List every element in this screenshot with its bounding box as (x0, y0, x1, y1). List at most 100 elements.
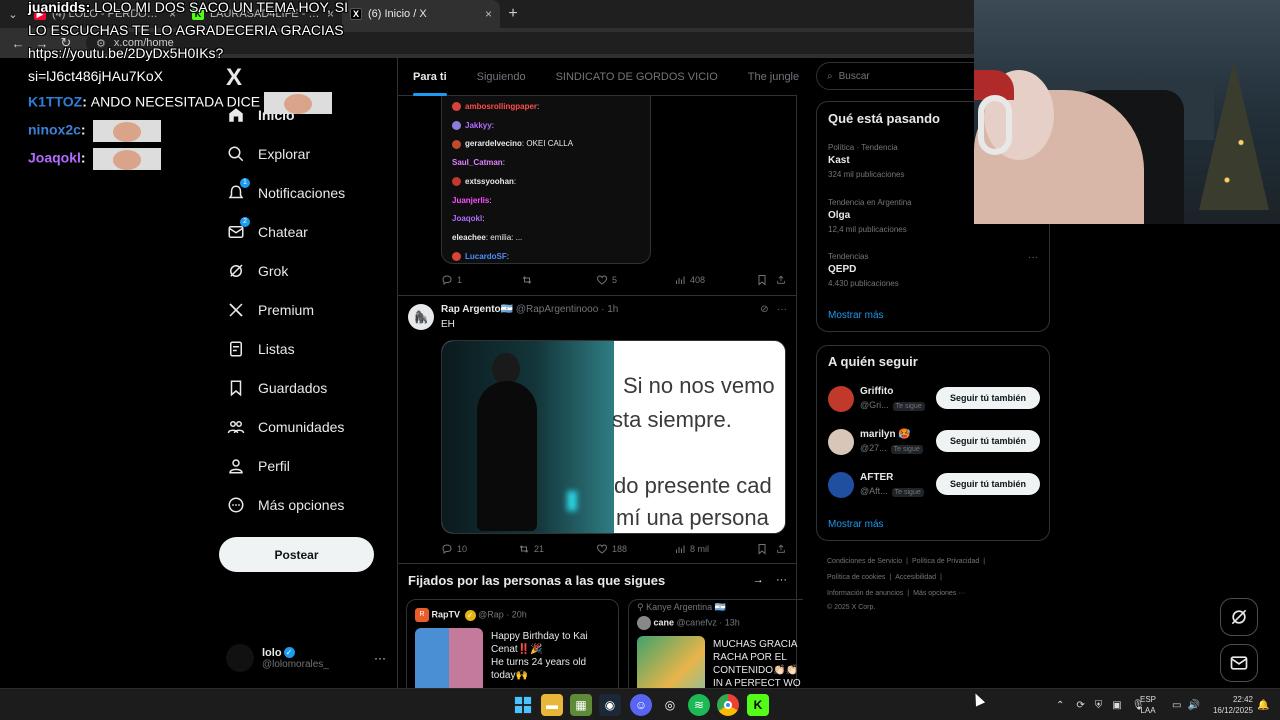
views-button[interactable]: 8 mil (674, 543, 756, 555)
kick-icon[interactable]: K (747, 694, 769, 716)
post-actions: 1 5 408 (441, 272, 791, 288)
arrow-right-icon[interactable]: → (753, 574, 764, 586)
like-button[interactable]: 5 (596, 274, 674, 286)
follow-suggestion[interactable]: Griffito @Gri... Te sigue Seguir tú tambi… (828, 384, 1040, 414)
chat-line: LucardoSF: (452, 252, 509, 261)
x-logo[interactable]: X (226, 64, 242, 92)
share-button[interactable] (776, 274, 790, 286)
avatar[interactable]: 🦍 (408, 304, 434, 330)
nav-item-listas[interactable]: Listas (226, 332, 295, 366)
pinned-card-raptv[interactable]: R RapTV ✓ @Rap · 20h Happy Birthday to K… (406, 599, 619, 688)
account-switcher[interactable]: lolo ✓ @lolomorales_ ··· (226, 640, 386, 676)
browser-tab-youtube[interactable]: ▶ (4) LOLO - PERDÓN SR. MARTÍN × (26, 0, 184, 28)
more-dots-icon[interactable]: ··· (776, 574, 787, 586)
footer-link[interactable]: Política de cookies (827, 574, 885, 581)
nav-item-notificaciones[interactable]: 1 Notificaciones (226, 176, 345, 210)
nav-item-premium[interactable]: Premium (226, 293, 314, 327)
language-indicator[interactable]: ESP LAA (1140, 694, 1156, 716)
follow-back-button[interactable]: Seguir tú también (936, 473, 1040, 495)
chat-line: Juanjerlis: (452, 196, 492, 205)
site-info-icon[interactable]: ⚙ (96, 37, 106, 50)
close-tab-icon[interactable]: × (485, 7, 492, 21)
follow-suggestion[interactable]: AFTER @Aft... Te sigue Seguir tú también (828, 470, 1040, 500)
grok-icon[interactable]: ⊘ (760, 304, 768, 315)
app-tray-icon[interactable]: ▣ (1112, 700, 1121, 711)
post-time[interactable]: 1h (607, 304, 618, 315)
views-button[interactable]: 408 (674, 274, 756, 286)
grok-floating-button[interactable] (1220, 598, 1258, 636)
share-button[interactable] (776, 543, 790, 555)
notification-bell-icon[interactable]: 🔔 (1257, 700, 1269, 711)
show-more-link[interactable]: Mostrar más (828, 310, 884, 321)
footer-link[interactable]: Más opciones ··· (913, 590, 965, 597)
network-icon[interactable]: ▭ (1172, 700, 1181, 711)
post-image-chat-screenshot[interactable]: ambosrollingpaper: Jakkyy: gerardelvecino:… (441, 96, 651, 264)
tab-para-ti[interactable]: Para ti (398, 58, 462, 96)
shield-icon[interactable]: ⛨ (1095, 700, 1103, 711)
bookmark-button[interactable] (756, 274, 776, 286)
taskbar-clock[interactable]: 22:42 16/12/2025 (1205, 694, 1253, 716)
close-tab-icon[interactable]: × (327, 7, 334, 21)
tab-sindicato[interactable]: SINDICATO DE GORDOS VICIO (541, 58, 733, 96)
nav-item-chatear[interactable]: 2 Chatear (226, 215, 308, 249)
pinned-card-cane[interactable]: ⚲ Kanye Argentina 🇦🇷 cane @canefvz · 13h… (628, 599, 803, 688)
post-author-handle[interactable]: @RapArgentinooo (516, 304, 598, 315)
post-image[interactable]: Si no nos vemo sta siempre. do presente … (441, 340, 786, 534)
footer-link[interactable]: Accesibilidad (895, 574, 936, 581)
more-dots-icon[interactable]: ··· (777, 304, 787, 315)
chrome-icon[interactable] (717, 694, 739, 716)
file-explorer-icon[interactable]: ▬ (541, 694, 563, 716)
reload-icon[interactable]: ↻ (54, 35, 78, 51)
forward-arrow-icon[interactable]: → (30, 36, 54, 51)
minecraft-icon[interactable]: ▦ (570, 694, 592, 716)
windows-start-icon[interactable] (512, 694, 534, 716)
nav-item-perfil[interactable]: Perfil (226, 449, 290, 483)
nav-item-guardados[interactable]: Guardados (226, 371, 327, 405)
nav-item-comunidades[interactable]: Comunidades (226, 410, 344, 444)
follow-suggestion[interactable]: marilyn 🥵 @27... Te sigue Seguir tú tambi… (828, 427, 1040, 457)
card-header: cane @canefvz · 13h (637, 616, 740, 630)
spotify-icon[interactable]: ≋ (688, 694, 710, 716)
reply-button[interactable]: 1 (441, 274, 521, 286)
close-tab-icon[interactable]: × (169, 7, 176, 21)
footer-link[interactable]: Política de Privacidad (912, 558, 979, 565)
tab-siguiendo[interactable]: Siguiendo (462, 58, 541, 96)
browser-tab-kick[interactable]: K LAURASAD4LIFE - Watch clips × (184, 0, 342, 28)
post-button[interactable]: Postear (219, 537, 374, 572)
nav-label: Notificaciones (258, 185, 346, 201)
repost-button[interactable]: 21 (518, 543, 596, 555)
tab-search-chevron-icon[interactable]: ⌄ (0, 0, 26, 28)
back-arrow-icon[interactable]: ← (6, 36, 30, 51)
footer-link[interactable]: Condiciones de Servicio (827, 558, 902, 565)
repost-button[interactable] (521, 274, 596, 286)
footer-link[interactable]: Información de anuncios (827, 590, 903, 597)
obs-icon[interactable]: ◎ (659, 694, 681, 716)
nav-item-explorar[interactable]: Explorar (226, 137, 310, 171)
volume-icon[interactable]: 🔊 (1187, 700, 1199, 711)
messages-floating-button[interactable] (1220, 644, 1258, 682)
tab-the-jungle[interactable]: The jungle (733, 58, 814, 96)
nav-item-inicio[interactable]: Inicio (226, 98, 295, 132)
show-more-link[interactable]: Mostrar más (828, 519, 884, 530)
chevron-up-icon[interactable]: ⌃ (1056, 700, 1064, 711)
post-author-name[interactable]: Rap Argento🇦🇷 (441, 304, 513, 315)
more-dots-icon[interactable]: ··· (374, 651, 386, 665)
bookmark-button[interactable] (756, 543, 776, 555)
follow-back-button[interactable]: Seguir tú también (936, 430, 1040, 452)
follow-back-button[interactable]: Seguir tú también (936, 387, 1040, 409)
trend-item[interactable]: Tendencias QEPD 4.430 publicaciones ··· (828, 252, 1038, 288)
url-input[interactable]: ⚙ x.com/home (86, 32, 986, 54)
nav-item-grok[interactable]: Grok (226, 254, 288, 288)
new-tab-button[interactable]: + (500, 5, 526, 23)
nav-item-mas-opciones[interactable]: Más opciones (226, 488, 344, 522)
sync-icon[interactable]: ⟳ (1076, 700, 1084, 711)
reply-button[interactable]: 10 (441, 543, 518, 555)
more-dots-icon[interactable]: ··· (1028, 252, 1038, 263)
post-text: EH (441, 319, 455, 330)
steam-icon[interactable]: ◉ (599, 694, 621, 716)
copyright: © 2025 X Corp. (827, 604, 876, 611)
browser-tab-x[interactable]: X (6) Inicio / X × (342, 0, 500, 28)
discord-icon[interactable]: ☺ (630, 694, 652, 716)
nav-label: Premium (258, 302, 315, 318)
like-button[interactable]: 188 (596, 543, 674, 555)
